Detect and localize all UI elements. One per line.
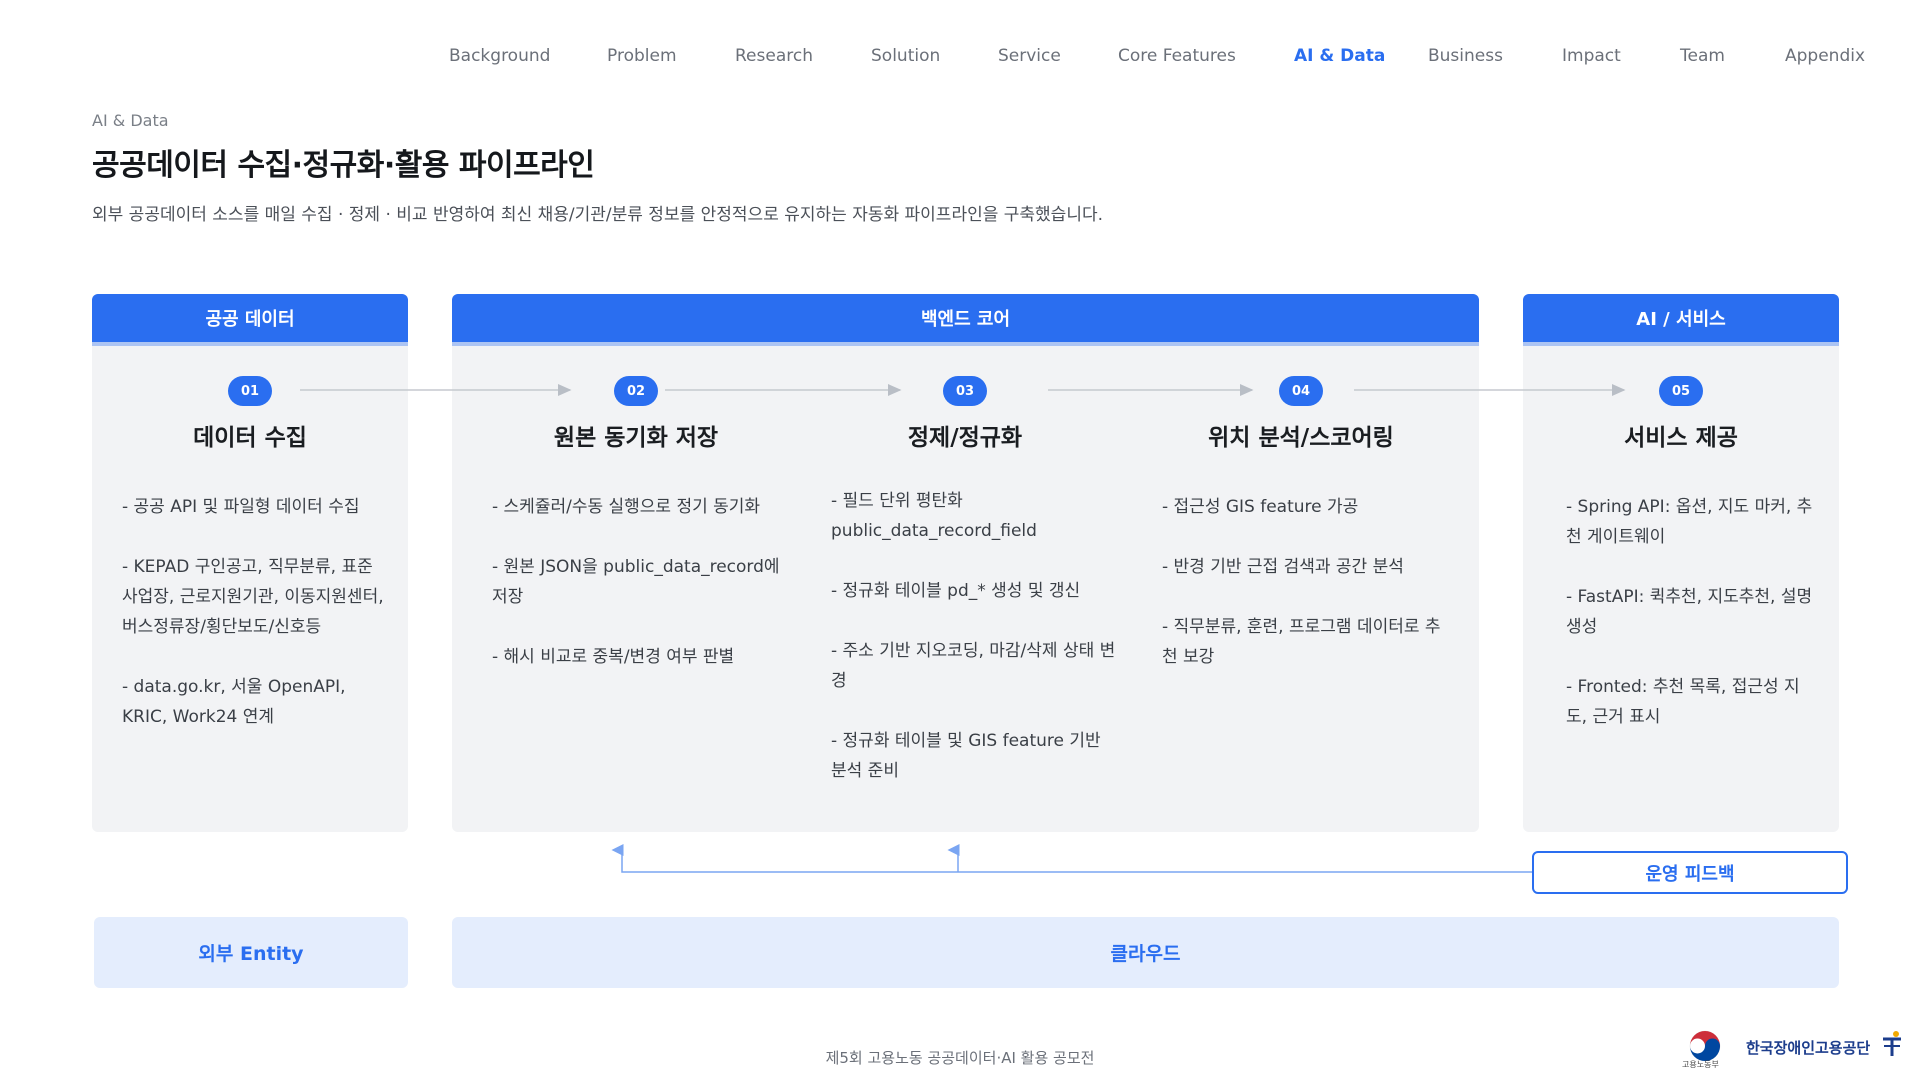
bullet-item: - 반경 기반 근접 검색과 공간 분석 (1162, 557, 1404, 577)
bullet-item: - 접근성 GIS feature 가공 (1162, 497, 1359, 517)
bullet-item: - 원본 JSON을 public_data_record에 저장 (492, 557, 780, 607)
ministry-logo-text: 고용노동부 (1682, 1060, 1719, 1069)
section-eyebrow: AI & Data (92, 111, 169, 130)
step-title: 위치 분석/스코어링 (1208, 425, 1394, 451)
external-entity-box: 외부 Entity (94, 917, 408, 988)
bullet-item: - 해시 비교로 중복/변경 여부 판별 (492, 647, 735, 667)
page-subtitle: 외부 공공데이터 소스를 매일 수집 · 정제 · 비교 반영하여 최신 채용/… (92, 205, 1104, 225)
nav-appendix[interactable]: Appendix (1785, 46, 1865, 66)
step-badge: 01 (228, 376, 272, 406)
bullet-item: - FastAPI: 퀵추천, 지도추천, 설명생성 (1566, 587, 1813, 637)
backend-core-header: 백엔드 코어 (452, 294, 1479, 346)
nav-background[interactable]: Background (449, 46, 550, 66)
nav-business[interactable]: Business (1428, 46, 1503, 66)
step-bullets: - 필드 단위 평탄화 public_data_record_field - 정… (831, 486, 1121, 816)
feedback-line (611, 844, 1532, 873)
step-title: 정제/정규화 (907, 425, 1023, 451)
step-bullets: - 스케쥴러/수동 실행으로 정기 동기화 - 원본 JSON을 public_… (492, 492, 792, 702)
bullet-item: - KEPAD 구인공고, 직무분류, 표준 사업장, 근로지원기관, 이동지원… (122, 557, 384, 637)
page-title: 공공데이터 수집·정규화·활용 파이프라인 (92, 148, 595, 183)
nav-impact[interactable]: Impact (1562, 46, 1621, 66)
ops-feedback-box: 운영 피드백 (1532, 851, 1848, 894)
bullet-item: - data.go.kr, 서울 OpenAPI, KRIC, Work24 연… (122, 677, 346, 727)
step-badge: 05 (1659, 376, 1703, 406)
step-bullets: - 공공 API 및 파일형 데이터 수집 - KEPAD 구인공고, 직무분류… (122, 492, 384, 762)
step-bullets: - Spring API: 옵션, 지도 마커, 추천 게이트웨이 - Fast… (1566, 492, 1816, 762)
nav-team[interactable]: Team (1680, 46, 1725, 66)
public-data-header: 공공 데이터 (92, 294, 408, 346)
nav-solution[interactable]: Solution (871, 46, 940, 66)
bullet-item: - 정규화 테이블 pd_* 생성 및 갱신 (831, 581, 1081, 601)
bullet-item: - 정규화 테이블 및 GIS feature 기반 분석 준비 (831, 731, 1101, 781)
bullet-item: - 공공 API 및 파일형 데이터 수집 (122, 497, 360, 517)
cloud-box: 클라우드 (452, 917, 1839, 988)
agency-logo-text: 한국장애인고용공단 (1746, 1039, 1871, 1057)
nav-research[interactable]: Research (735, 46, 813, 66)
bullet-item: - 필드 단위 평탄화 public_data_record_field (831, 491, 1037, 541)
step-bullets: - 접근성 GIS feature 가공 - 반경 기반 근접 검색과 공간 분… (1162, 492, 1452, 702)
step-title: 데이터 수집 (193, 425, 307, 451)
ai-service-header: AI / 서비스 (1523, 294, 1839, 346)
bullet-item: - 스케쥴러/수동 실행으로 정기 동기화 (492, 497, 761, 517)
bullet-item: - 주소 기반 지오코딩, 마감/삭제 상태 변경 (831, 641, 1116, 691)
bullet-item: - 직무분류, 훈련, 프로그램 데이터로 추천 보강 (1162, 617, 1441, 667)
top-nav: Background Problem Research Solution Ser… (0, 46, 1920, 70)
step-badge: 03 (943, 376, 987, 406)
bullet-item: - Fronted: 추천 목록, 접근성 지도, 근거 표시 (1566, 677, 1800, 727)
nav-ai-data[interactable]: AI & Data (1294, 46, 1385, 66)
step-title: 서비스 제공 (1624, 425, 1738, 451)
nav-service[interactable]: Service (998, 46, 1061, 66)
step-title: 원본 동기화 저장 (553, 425, 719, 451)
nav-core-features[interactable]: Core Features (1118, 46, 1236, 66)
nav-problem[interactable]: Problem (607, 46, 677, 66)
step-badge: 04 (1279, 376, 1323, 406)
footer-caption: 제5회 고용노동 공공데이터·AI 활용 공모전 (825, 1049, 1095, 1067)
agency-logo-icon (1883, 1031, 1901, 1056)
bullet-item: - Spring API: 옵션, 지도 마커, 추천 게이트웨이 (1566, 497, 1813, 547)
step-badge: 02 (614, 376, 658, 406)
